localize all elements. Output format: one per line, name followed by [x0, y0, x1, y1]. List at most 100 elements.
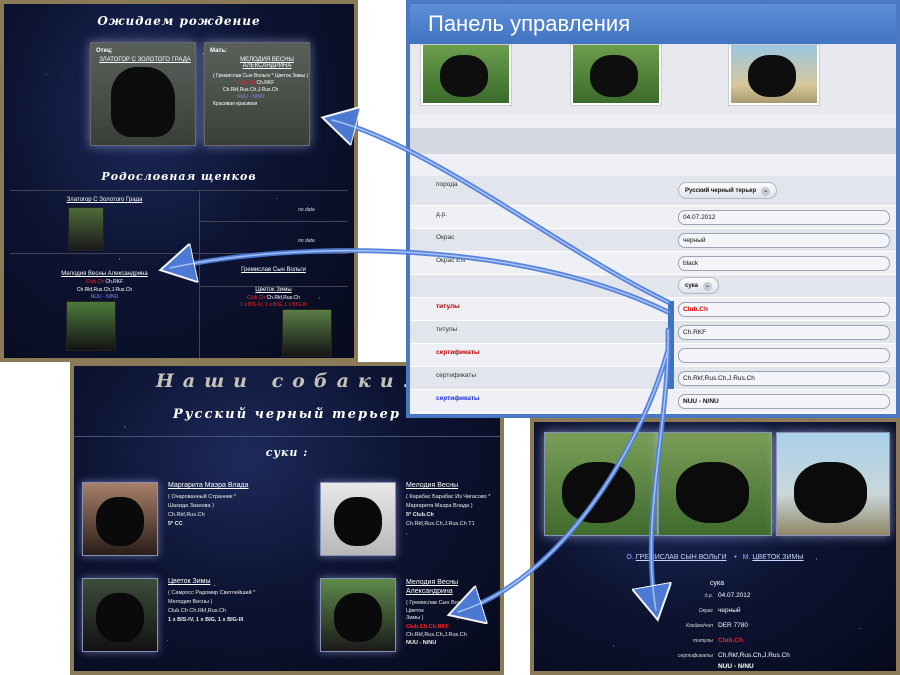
- dog-card[interactable]: Маргарита Маэра Влада ( Очарованный Стра…: [82, 482, 277, 562]
- father-link[interactable]: ГРЕМИСЛАВ СЫН ВОЛЬГИ: [636, 554, 727, 561]
- dog-card[interactable]: Цветок Зимы ( Самросс Радомир Светлейший…: [82, 578, 277, 658]
- mother-info: ( Гремислав Сын Вольги * Цветок Зимы ) C…: [213, 73, 308, 108]
- dog-parent-text: Цветок: [406, 608, 424, 614]
- dog-titles: Club.Ch Ch.Rkf,Rus.Ch: [168, 608, 227, 614]
- field-label: титулы: [436, 326, 458, 333]
- dog-club-title: 5* Club.Ch: [406, 512, 434, 518]
- form-row-cert-2: сертификаты Ch.Rkf,Rus.Ch,J.Rus.Ch: [410, 367, 896, 390]
- dog-photo-3[interactable]: [776, 432, 890, 536]
- ped-mother-title-a: Ch.RKF: [105, 279, 124, 285]
- dog-parents: Цветок: [406, 608, 424, 615]
- dog-edit-form: порода Русский черный терьер ⌄ д.р. 04.07…: [410, 176, 896, 413]
- info-value: DER 7780: [718, 622, 748, 629]
- dog-photo-2[interactable]: [658, 432, 772, 536]
- form-row-title-1: титулы Club.Ch: [410, 298, 896, 321]
- color-input[interactable]: черный: [678, 233, 890, 248]
- info-key: сертификаты: [678, 653, 713, 659]
- mother-name-link[interactable]: МЕЛОДИЯ ВЕСНЫ АЛЕКСАНДРИНА: [229, 57, 305, 69]
- field-label: сертификаты: [436, 349, 480, 356]
- info-value: 04.07.2012: [718, 592, 751, 599]
- field-label: титулы: [436, 303, 460, 310]
- dog-parents: Шахида Зазнова ): [168, 503, 214, 509]
- info-key: д.р.: [704, 593, 713, 599]
- ped-mother-titles: Club.Ch Ch.RKF: [10, 279, 199, 285]
- dog-parents: Мелодия Весны ): [168, 599, 213, 605]
- ped-grandmother-titles: Club.Ch Ch.Rkf,Rus.Ch: [199, 295, 348, 301]
- dog-parents: ( Самросс Радомир Светлейший *: [168, 590, 256, 596]
- photo-thumbnail[interactable]: [728, 44, 820, 106]
- mother-prefix: М.: [742, 554, 751, 561]
- dog-photo[interactable]: [320, 482, 396, 556]
- father-name-link[interactable]: ЗЛАТОГОР С ЗОЛОТОГО ГРАДА: [99, 57, 191, 63]
- father-card[interactable]: Отец: ЗЛАТОГОР С ЗОЛОТОГО ГРАДА: [90, 42, 196, 146]
- dog-name-link[interactable]: Цветок Зимы: [168, 578, 211, 585]
- nuu-value: NUU - N/NU: [718, 663, 754, 670]
- ped-grandfather-link[interactable]: Гремислав Сын Вольги: [199, 267, 348, 273]
- field-label: сертификаты: [436, 372, 477, 379]
- dog-card[interactable]: Мелодия Весны ( Карабас Барабас Из Чигас…: [320, 482, 500, 562]
- photo-thumbnail[interactable]: [570, 44, 662, 106]
- club-title: Club.Ch: [718, 637, 743, 644]
- dog-nuu: NUU - N/NU: [406, 640, 437, 646]
- dog-name-link[interactable]: Мелодия Весны: [406, 482, 458, 489]
- dog-name-link[interactable]: Маргарита Маэра Влада: [168, 482, 249, 489]
- dog-photo[interactable]: [82, 578, 158, 652]
- ped-grandmother-link[interactable]: Цветок Зимы: [199, 287, 348, 293]
- panel-title: Панель управления: [410, 4, 896, 46]
- mother-parents: ( Гремислав Сын Вольги * Цветок Зимы ): [213, 73, 309, 79]
- mother-link[interactable]: ЦВЕТОК ЗИМЫ: [752, 554, 803, 561]
- photo-thumbnail[interactable]: [420, 44, 512, 106]
- breed-select[interactable]: Русский черный терьер ⌄: [678, 182, 778, 199]
- dog-name-link[interactable]: Мелодия Весны Александрина: [406, 578, 476, 596]
- sex-select[interactable]: сука ⌄: [678, 277, 720, 294]
- dog-photo-1[interactable]: [544, 432, 658, 536]
- form-row-color: Окрас черный: [410, 229, 896, 252]
- pedigree-title: Родословная щенков: [101, 170, 257, 183]
- dog-cert: 5* CC: [168, 521, 183, 527]
- dog-titles: Club.Ch Ch.RKF: [406, 624, 449, 631]
- dog-photo[interactable]: [82, 482, 158, 556]
- ped-grandmother-bis: 1 x BIS-IV, 1 x BIG, 1 x BIG-III: [240, 302, 307, 308]
- ped-grandmother-title: Ch.Rkf,Rus.Ch: [266, 295, 300, 301]
- cert-input-3[interactable]: NUU - N/NU: [678, 394, 890, 409]
- cert-input-2[interactable]: Ch.Rkf,Rus.Ch,J.Rus.Ch: [678, 371, 890, 386]
- info-key: титулы: [693, 638, 713, 644]
- dob-input[interactable]: 04.07.2012: [678, 210, 890, 225]
- info-value: черный: [718, 607, 741, 614]
- mother-card[interactable]: Мать: МЕЛОДИЯ ВЕСНЫ АЛЕКСАНДРИНА ( Греми…: [204, 42, 310, 146]
- dog-parents: Маргарита Маэра Влада ): [406, 503, 473, 509]
- color-en-input[interactable]: black: [678, 256, 890, 271]
- form-row-cert-1: сертификаты: [410, 344, 896, 367]
- dog-card[interactable]: Мелодия Весны Александрина ( Гремислав С…: [320, 578, 500, 658]
- cert-input-1[interactable]: [678, 348, 890, 363]
- ped-mother-club: Club.Ch: [85, 279, 104, 285]
- chevron-down-icon: ⌄: [703, 282, 713, 291]
- mother-club-title: Club.Ch: [237, 80, 256, 86]
- ped-mother-title-b: Ch.Rkf,Rus.Ch,J.Rus.Ch: [76, 287, 133, 293]
- ped-grandmother-club: Club.Ch: [247, 295, 266, 301]
- section-title: суки :: [265, 446, 309, 459]
- mother-title-a: Ch.RKF: [256, 80, 275, 86]
- field-label: д.р.: [436, 211, 448, 218]
- sex-value: сука: [710, 580, 725, 587]
- dog-parents: Зимы ): [406, 615, 424, 621]
- ped-mother-link[interactable]: Мелодия Весны Александрина: [10, 271, 199, 277]
- field-label: Окрас: [436, 234, 455, 241]
- ped-father-link[interactable]: Златогор С Золотого Града: [10, 197, 199, 203]
- mother-label: Мать:: [210, 48, 228, 54]
- dog-parents: ( Гремислав Сын Вольги *: [406, 600, 473, 606]
- dog-titles: Ch.Rkf,Rus.Ch,J.Rus.Ch T1: [406, 521, 475, 527]
- dog-parents: ( Очарованный Странник *: [168, 494, 237, 500]
- title-input-1[interactable]: Club.Ch: [678, 302, 890, 317]
- dog-photo[interactable]: [320, 578, 396, 652]
- title-input-2[interactable]: Ch.RKF: [678, 325, 890, 340]
- form-row-cert-3: сертификаты NUU - N/NU: [410, 390, 896, 413]
- arrow-source-bar: [668, 301, 674, 389]
- dog-titles: Ch.Rkf,Rus.Ch,J.Rus.Ch: [406, 632, 467, 638]
- sex-select-value: сука: [685, 283, 699, 289]
- form-row-color-en: Окрас EN black: [410, 252, 896, 275]
- field-label: сертификаты: [436, 395, 480, 402]
- photo-thumbnail-row: [410, 44, 896, 114]
- father-prefix: О.: [626, 554, 634, 561]
- form-row-breed: порода Русский черный терьер ⌄: [410, 176, 896, 206]
